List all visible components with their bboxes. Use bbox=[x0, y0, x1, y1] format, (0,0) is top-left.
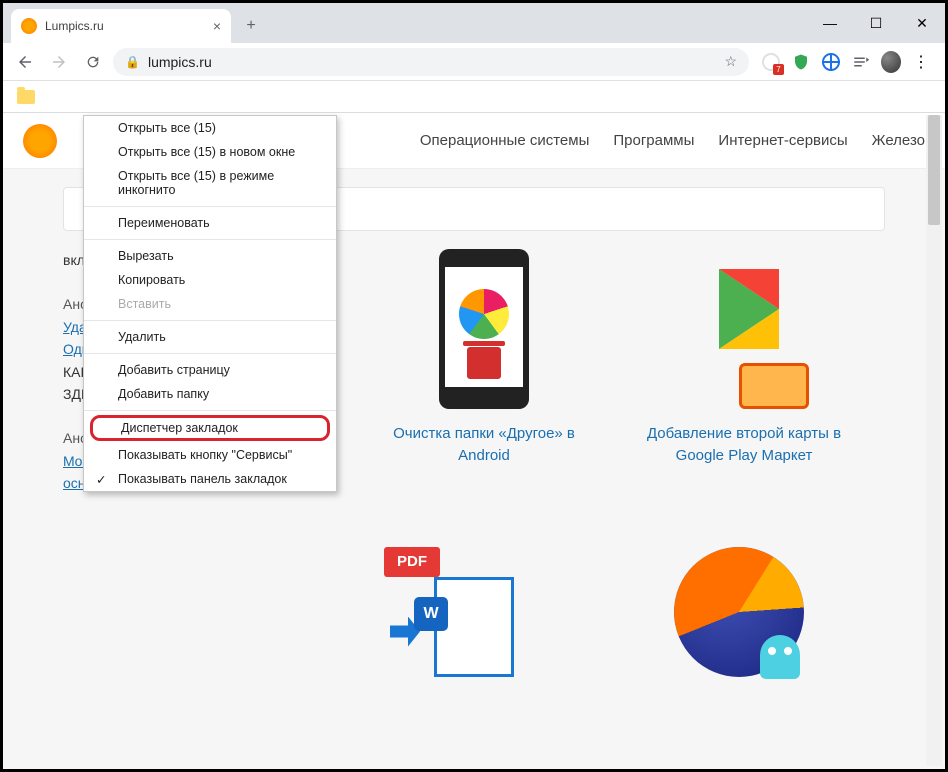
site-logo[interactable] bbox=[23, 124, 57, 158]
reload-button[interactable] bbox=[79, 48, 107, 76]
menu-delete[interactable]: Удалить bbox=[84, 325, 336, 349]
folder-icon[interactable] bbox=[17, 90, 35, 104]
scrollbar-thumb[interactable] bbox=[928, 115, 940, 225]
menu-copy[interactable]: Копировать bbox=[84, 268, 336, 292]
minimize-button[interactable]: — bbox=[807, 3, 853, 43]
menu-separator bbox=[84, 239, 336, 240]
close-window-button[interactable]: ✕ bbox=[899, 3, 945, 43]
menu-separator bbox=[84, 320, 336, 321]
article-card[interactable]: Очистка папки «Другое» в Android bbox=[384, 249, 584, 517]
article-card[interactable]: PDF W bbox=[384, 547, 584, 701]
bookmark-star-icon[interactable]: ☆ bbox=[724, 53, 737, 70]
menu-add-folder[interactable]: Добавить папку bbox=[84, 382, 336, 406]
nav-services[interactable]: Интернет-сервисы bbox=[718, 132, 847, 149]
extensions-area: ⋮ bbox=[755, 52, 937, 72]
new-tab-button[interactable]: + bbox=[237, 12, 265, 40]
chrome-menu-button[interactable]: ⋮ bbox=[911, 52, 931, 72]
maximize-button[interactable]: ☐ bbox=[853, 3, 899, 43]
bookmarks-context-menu: Открыть все (15) Открыть все (15) в ново… bbox=[83, 115, 337, 492]
article-card[interactable]: Добавление второй карты в Google Play Ма… bbox=[644, 249, 844, 517]
page-scrollbar[interactable] bbox=[926, 115, 942, 766]
menu-cut[interactable]: Вырезать bbox=[84, 244, 336, 268]
menu-bookmark-manager[interactable]: Диспетчер закладок bbox=[90, 415, 330, 441]
card-image: PDF W bbox=[384, 547, 534, 687]
menu-open-all-new-window[interactable]: Открыть все (15) в новом окне bbox=[84, 140, 336, 164]
window-controls: — ☐ ✕ bbox=[807, 3, 945, 43]
article-cards-row2: PDF W bbox=[3, 547, 945, 701]
menu-open-all-incognito[interactable]: Открыть все (15) в режиме инкогнито bbox=[84, 164, 336, 202]
menu-show-apps-button[interactable]: Показывать кнопку "Сервисы" bbox=[84, 443, 336, 467]
card-title: Очистка папки «Другое» в Android bbox=[384, 423, 584, 467]
profile-avatar[interactable] bbox=[881, 52, 901, 72]
menu-separator bbox=[84, 410, 336, 411]
reading-list-icon[interactable] bbox=[851, 52, 871, 72]
url-text: lumpics.ru bbox=[148, 54, 212, 70]
article-cards: Очистка папки «Другое» в Android Добавле… bbox=[343, 249, 885, 517]
back-button[interactable] bbox=[11, 48, 39, 76]
word-badge: W bbox=[414, 597, 448, 631]
close-icon[interactable]: × bbox=[213, 18, 221, 34]
card-image bbox=[419, 249, 549, 409]
nav-hardware[interactable]: Железо bbox=[872, 132, 925, 149]
menu-open-all[interactable]: Открыть все (15) bbox=[84, 116, 336, 140]
browser-toolbar: 🔒 lumpics.ru ☆ ⋮ bbox=[3, 43, 945, 81]
forward-button bbox=[45, 48, 73, 76]
card-title: Добавление второй карты в Google Play Ма… bbox=[644, 423, 844, 467]
article-card[interactable] bbox=[644, 547, 844, 701]
tab-favicon bbox=[21, 18, 37, 34]
pdf-badge: PDF bbox=[384, 547, 440, 577]
menu-separator bbox=[84, 353, 336, 354]
card-image bbox=[679, 249, 809, 409]
menu-separator bbox=[84, 206, 336, 207]
extension-yandex-icon[interactable] bbox=[761, 52, 781, 72]
tab-title: Lumpics.ru bbox=[45, 19, 205, 33]
lock-icon: 🔒 bbox=[125, 55, 140, 69]
bookmarks-bar[interactable] bbox=[3, 81, 945, 113]
menu-show-bookmarks-bar[interactable]: Показывать панель закладок bbox=[84, 467, 336, 491]
menu-paste: Вставить bbox=[84, 292, 336, 316]
menu-rename[interactable]: Переименовать bbox=[84, 211, 336, 235]
card-image bbox=[674, 547, 814, 687]
nav-programs[interactable]: Программы bbox=[613, 132, 694, 149]
browser-tab[interactable]: Lumpics.ru × bbox=[11, 9, 231, 43]
address-bar[interactable]: 🔒 lumpics.ru ☆ bbox=[113, 48, 749, 76]
extension-globe-icon[interactable] bbox=[821, 52, 841, 72]
nav-os[interactable]: Операционные системы bbox=[420, 132, 590, 149]
extension-shield-icon[interactable] bbox=[791, 52, 811, 72]
menu-add-page[interactable]: Добавить страницу bbox=[84, 358, 336, 382]
window-titlebar: Lumpics.ru × + — ☐ ✕ bbox=[3, 3, 945, 43]
site-nav: Операционные системы Программы Интернет-… bbox=[420, 132, 925, 149]
